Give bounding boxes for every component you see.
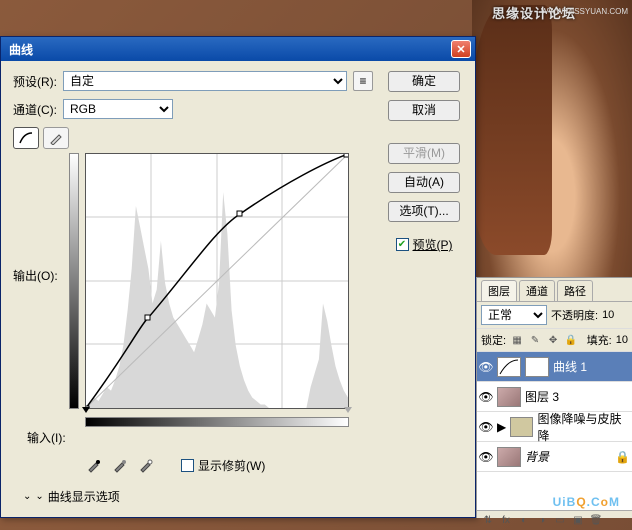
channel-label: 通道(C): xyxy=(13,101,57,118)
lock-label: 锁定: xyxy=(481,332,506,348)
layer-thumb xyxy=(497,387,521,407)
white-point-slider[interactable] xyxy=(344,407,352,413)
curves-graph[interactable] xyxy=(85,153,349,409)
tab-paths[interactable]: 路径 xyxy=(557,280,593,301)
preview-checkbox[interactable]: ✔ xyxy=(396,238,409,251)
preset-select[interactable]: 自定 xyxy=(63,71,347,91)
adjustment-icon[interactable]: ◑ xyxy=(535,514,549,528)
opacity-value[interactable]: 10 xyxy=(602,309,614,321)
visibility-icon[interactable]: 👁 xyxy=(479,390,493,404)
chevron-down-icon: ⌄ xyxy=(23,491,31,502)
background-photo xyxy=(472,0,632,280)
curve-display-options-label: 曲线显示选项 xyxy=(48,488,120,505)
curves-thumb xyxy=(497,357,521,377)
layer-item-group[interactable]: 👁 ▶ 图像降噪与皮肤降 xyxy=(477,412,632,442)
smooth-button[interactable]: 平滑(M) xyxy=(388,143,460,164)
black-point-slider[interactable] xyxy=(82,407,90,413)
watermark-bottom: UiBQ.CoM xyxy=(553,489,620,512)
mask-thumb xyxy=(525,357,549,377)
channel-select[interactable]: RGB xyxy=(63,99,173,119)
opacity-label: 不透明度: xyxy=(551,307,598,323)
lock-icon: 🔒 xyxy=(615,450,630,464)
layer-thumb xyxy=(497,447,521,467)
pencil-tool-icon[interactable] xyxy=(43,127,69,149)
cancel-button[interactable]: 取消 xyxy=(388,100,460,121)
tab-channels[interactable]: 通道 xyxy=(519,280,555,301)
visibility-icon[interactable]: 👁 xyxy=(479,360,493,374)
layer-footer: ⇅ fx ◐ ◑ ▭ ▣ 🗑 xyxy=(477,510,632,530)
white-eyedropper-icon[interactable] xyxy=(137,456,155,474)
show-clipping-checkbox[interactable] xyxy=(181,459,194,472)
layer-name: 曲线 1 xyxy=(553,358,587,375)
visibility-icon[interactable]: 👁 xyxy=(479,420,493,434)
input-label: 输入(I): xyxy=(27,429,85,446)
lock-position-icon[interactable]: ✥ xyxy=(546,333,560,347)
new-layer-icon[interactable]: ▣ xyxy=(571,514,585,528)
output-gradient xyxy=(69,153,79,409)
layer-name: 图像降噪与皮肤降 xyxy=(537,410,630,444)
tab-layers[interactable]: 图层 xyxy=(481,280,517,301)
watermark-top-url: WWW.MISSYUAN.COM xyxy=(541,7,628,16)
layer-name: 背景 xyxy=(525,448,549,465)
options-button[interactable]: 选项(T)... xyxy=(388,201,460,222)
lock-transparency-icon[interactable]: ▦ xyxy=(510,333,524,347)
preview-label: 预览(P) xyxy=(413,236,453,253)
input-slider-track[interactable] xyxy=(85,409,349,417)
group-icon[interactable]: ▭ xyxy=(553,514,567,528)
lock-all-icon[interactable]: 🔒 xyxy=(564,333,578,347)
auto-button[interactable]: 自动(A) xyxy=(388,172,460,193)
input-gradient xyxy=(85,417,349,427)
folder-thumb xyxy=(510,417,533,437)
lock-pixels-icon[interactable]: ✎ xyxy=(528,333,542,347)
output-label: 输出(O): xyxy=(13,149,65,284)
curve-tool-icon[interactable] xyxy=(13,127,39,149)
curve-display-options-toggle[interactable]: ⌄ ⌄ 曲线显示选项 xyxy=(23,488,373,505)
black-eyedropper-icon[interactable] xyxy=(85,456,103,474)
mask-icon[interactable]: ◐ xyxy=(517,514,531,528)
dialog-title: 曲线 xyxy=(5,41,451,58)
trash-icon[interactable]: 🗑 xyxy=(589,514,603,528)
layer-name: 图层 3 xyxy=(525,388,559,405)
layer-item-curves[interactable]: 👁 曲线 1 xyxy=(477,352,632,382)
fx-icon[interactable]: fx xyxy=(499,514,513,528)
layer-item[interactable]: 👁 图层 3 xyxy=(477,382,632,412)
visibility-icon[interactable]: 👁 xyxy=(479,450,493,464)
panel-tabs: 图层 通道 路径 xyxy=(477,278,632,302)
chevron-down-icon: ⌄ xyxy=(35,491,43,502)
link-icon[interactable]: ⇅ xyxy=(481,514,495,528)
ok-button[interactable]: 确定 xyxy=(388,71,460,92)
layers-panel: 图层 通道 路径 正常 不透明度: 10 锁定: ▦ ✎ ✥ 🔒 填充: 10 … xyxy=(476,277,632,518)
blend-mode-select[interactable]: 正常 xyxy=(481,305,547,325)
curve-line[interactable] xyxy=(86,154,348,408)
preset-label: 预设(R): xyxy=(13,73,57,90)
expand-arrow-icon[interactable]: ▶ xyxy=(497,420,506,434)
show-clipping-label: 显示修剪(W) xyxy=(198,457,265,474)
layer-list: 👁 曲线 1 👁 图层 3 👁 ▶ 图像降噪与皮肤降 👁 背景 🔒 xyxy=(477,352,632,510)
curves-dialog: 曲线 ✕ 预设(R): 自定 ≡ 通道(C): RGB 输 xyxy=(0,36,476,518)
preset-menu-icon[interactable]: ≡ xyxy=(353,71,373,91)
dialog-titlebar[interactable]: 曲线 ✕ xyxy=(1,37,475,61)
fill-value[interactable]: 10 xyxy=(616,334,628,346)
layer-item-background[interactable]: 👁 背景 🔒 xyxy=(477,442,632,472)
fill-label: 填充: xyxy=(587,332,612,348)
gray-eyedropper-icon[interactable] xyxy=(111,456,129,474)
close-button[interactable]: ✕ xyxy=(451,40,471,58)
